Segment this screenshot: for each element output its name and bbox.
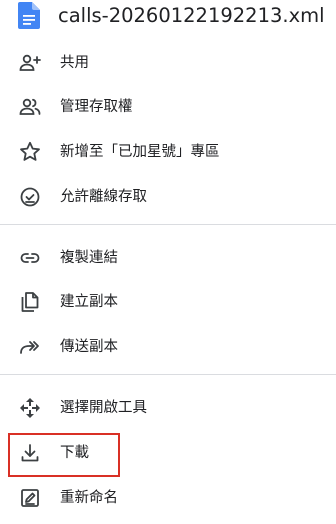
menu-item-rename-label: 重新命名 bbox=[60, 490, 118, 506]
google-docs-file-icon bbox=[18, 2, 40, 29]
menu-item-add-to-starred[interactable]: 新增至「已加星號」專區 bbox=[0, 130, 336, 174]
menu-divider bbox=[0, 374, 336, 375]
file-name-title: calls-20260122192213.xml bbox=[58, 4, 325, 27]
menu-item-make-copy[interactable]: 建立副本 bbox=[0, 280, 336, 324]
open-with-icon bbox=[18, 396, 42, 420]
star-outline-icon bbox=[18, 140, 42, 164]
offline-check-icon bbox=[18, 185, 42, 209]
menu-item-share-label: 共用 bbox=[60, 55, 89, 71]
file-header: calls-20260122192213.xml bbox=[0, 0, 336, 36]
menu-item-open-with-label: 選擇開啟工具 bbox=[60, 400, 147, 416]
menu-item-copy-link[interactable]: 複製連結 bbox=[0, 236, 336, 280]
menu-item-download-label: 下載 bbox=[60, 445, 89, 461]
menu-item-make-copy-label: 建立副本 bbox=[60, 294, 118, 310]
menu-item-send-copy[interactable]: 傳送副本 bbox=[0, 325, 336, 369]
menu-item-offline-access[interactable]: 允許離線存取 bbox=[0, 175, 336, 219]
menu-item-download[interactable]: 下載 bbox=[0, 431, 336, 475]
menu-item-add-to-starred-label: 新增至「已加星號」專區 bbox=[60, 144, 220, 160]
person-add-icon bbox=[18, 51, 42, 75]
menu-item-offline-access-label: 允許離線存取 bbox=[60, 189, 147, 205]
menu-divider bbox=[0, 224, 336, 225]
menu-item-send-copy-label: 傳送副本 bbox=[60, 339, 118, 355]
send-copy-icon bbox=[18, 335, 42, 359]
menu-item-manage-access[interactable]: 管理存取權 bbox=[0, 85, 336, 129]
people-icon bbox=[18, 95, 42, 119]
menu-item-open-with[interactable]: 選擇開啟工具 bbox=[0, 386, 336, 430]
copy-file-icon bbox=[18, 290, 42, 314]
menu-item-manage-access-label: 管理存取權 bbox=[60, 99, 133, 115]
rename-icon bbox=[18, 486, 42, 510]
link-icon bbox=[18, 246, 42, 270]
menu-item-share[interactable]: 共用 bbox=[0, 41, 336, 85]
menu-item-rename[interactable]: 重新命名 bbox=[0, 476, 336, 520]
menu-item-copy-link-label: 複製連結 bbox=[60, 250, 118, 266]
download-icon bbox=[18, 441, 42, 465]
